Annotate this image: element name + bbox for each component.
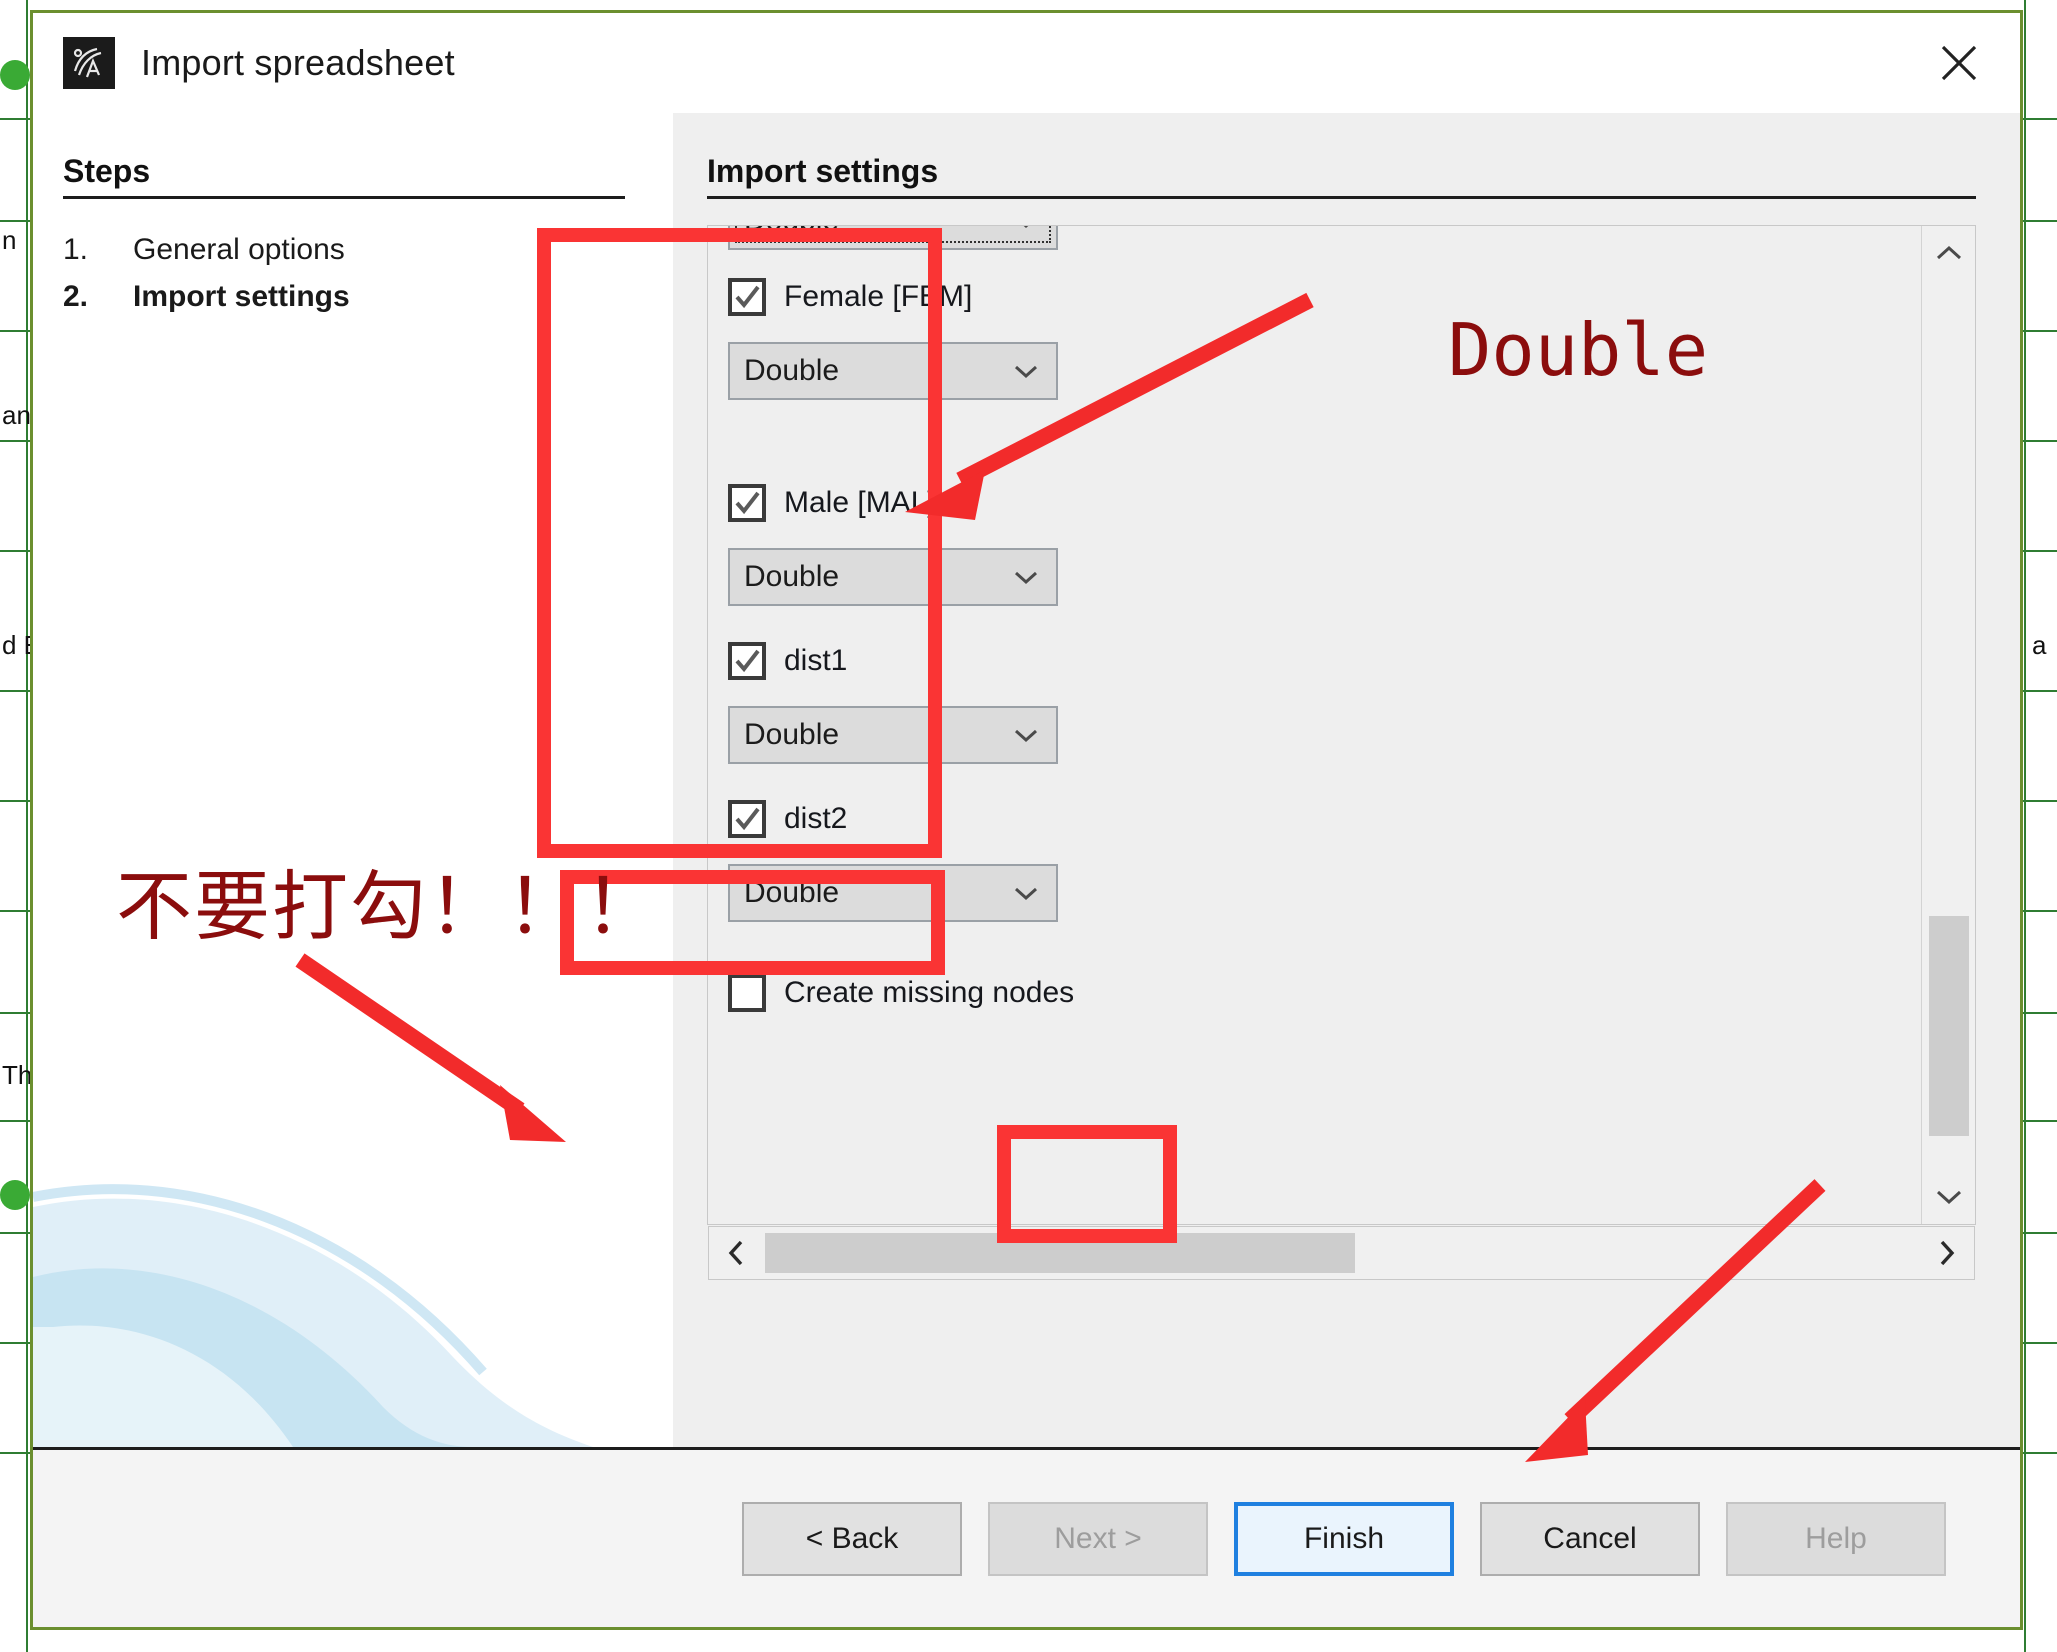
type-select-value: Double: [744, 560, 840, 593]
bg-cell-text: Th: [2, 1060, 33, 1090]
column-label: dist2: [784, 802, 848, 835]
bg-cell-text: an: [2, 400, 31, 430]
step-number: 2.: [63, 280, 89, 313]
scroll-right-button[interactable]: [1920, 1226, 1974, 1280]
create-missing-nodes-label: Create missing nodes: [784, 976, 1075, 1009]
import-settings-pane: Import settings Double: [673, 113, 2020, 1447]
column-checkbox-female[interactable]: Female [FEM]: [728, 278, 1058, 316]
cancel-button[interactable]: Cancel: [1480, 1501, 1700, 1576]
bg-cell-text: n: [2, 225, 17, 255]
finish-button[interactable]: Finish: [1234, 1501, 1454, 1576]
column-label: Male [MAL]: [784, 486, 936, 519]
column-label: Female [FEM]: [784, 280, 973, 313]
dialog-footer: < Back Next > Finish Cancel Help: [33, 1447, 2020, 1627]
back-button[interactable]: < Back: [742, 1501, 962, 1576]
field-group-female: Female [FEM] Double: [728, 278, 1058, 400]
steps-pane: Steps 1. General options 2. Import setti…: [33, 113, 673, 1447]
type-select-female[interactable]: Double: [728, 342, 1058, 400]
chevron-down-icon: [996, 550, 1056, 604]
settings-scroll-content: Double Female [FEM]: [708, 226, 1921, 1224]
chevron-down-icon: [996, 344, 1056, 398]
decorative-artwork: [33, 1184, 593, 1447]
checkbox-checked-icon[interactable]: [728, 484, 766, 522]
grid-line: [2024, 0, 2026, 1652]
checkbox-checked-icon[interactable]: [728, 800, 766, 838]
chevron-down-icon: [996, 866, 1056, 920]
field-group-create-missing-nodes: Create missing nodes: [728, 974, 1074, 1012]
type-select-dist1[interactable]: Double: [728, 706, 1058, 764]
help-button: Help: [1726, 1501, 1946, 1576]
close-icon[interactable]: [1924, 28, 1994, 98]
settings-scroll-area: Double Female [FEM]: [707, 225, 1976, 1280]
field-group-dist1: dist1 Double: [728, 642, 1058, 764]
column-checkbox-dist2[interactable]: dist2: [728, 800, 1058, 838]
checkbox-create-missing-nodes[interactable]: Create missing nodes: [728, 974, 1074, 1012]
field-group-male: Male [MAL] Double: [728, 484, 1058, 606]
type-select-male[interactable]: Double: [728, 548, 1058, 606]
type-select-value: Double: [744, 354, 840, 387]
column-label: dist1: [784, 644, 848, 677]
horizontal-scrollbar-thumb[interactable]: [765, 1233, 1355, 1273]
checkbox-unchecked-icon[interactable]: [728, 974, 766, 1012]
step-label: General options: [133, 233, 345, 266]
checkbox-checked-icon[interactable]: [728, 642, 766, 680]
settings-heading: Import settings: [707, 153, 939, 189]
settings-divider: [707, 196, 1976, 199]
status-dot: [0, 1180, 30, 1210]
bg-cell-text: a: [2032, 630, 2047, 660]
type-select-dist2[interactable]: Double: [728, 864, 1058, 922]
steps-divider: [63, 196, 625, 199]
field-group-dist2: dist2 Double: [728, 800, 1058, 922]
chevron-down-icon: [996, 708, 1056, 762]
spreadsheet-import-icon: [63, 37, 115, 89]
grid-line: [26, 0, 28, 1652]
status-dot: [0, 60, 30, 90]
next-button: Next >: [988, 1501, 1208, 1576]
step-item-import-settings[interactable]: 2. Import settings: [63, 280, 673, 314]
type-select-value: Double: [744, 226, 839, 238]
dialog-title: Import spreadsheet: [141, 42, 455, 83]
step-item-general-options[interactable]: 1. General options: [63, 233, 673, 267]
column-checkbox-dist1[interactable]: dist1: [728, 642, 1058, 680]
type-select-value: Double: [744, 876, 840, 909]
dialog-titlebar: Import spreadsheet: [33, 13, 2020, 113]
steps-heading: Steps: [63, 153, 151, 189]
horizontal-scrollbar[interactable]: [708, 1226, 1975, 1280]
type-select-value: Double: [744, 718, 840, 751]
type-select-clipped[interactable]: Double: [728, 226, 1058, 250]
scroll-down-button[interactable]: [1922, 1170, 1976, 1224]
step-number: 1.: [63, 233, 89, 266]
scroll-left-button[interactable]: [709, 1226, 763, 1280]
import-spreadsheet-dialog: Import spreadsheet Steps 1. General opti…: [30, 10, 2023, 1630]
scroll-up-button[interactable]: [1922, 226, 1976, 280]
dialog-body: Steps 1. General options 2. Import setti…: [33, 113, 2020, 1447]
vertical-scrollbar[interactable]: [1921, 226, 1975, 1224]
checkbox-checked-icon[interactable]: [728, 278, 766, 316]
vertical-scrollbar-thumb[interactable]: [1929, 916, 1969, 1136]
column-checkbox-male[interactable]: Male [MAL]: [728, 484, 1058, 522]
step-label: Import settings: [133, 280, 350, 313]
chevron-down-icon: [996, 226, 1056, 248]
